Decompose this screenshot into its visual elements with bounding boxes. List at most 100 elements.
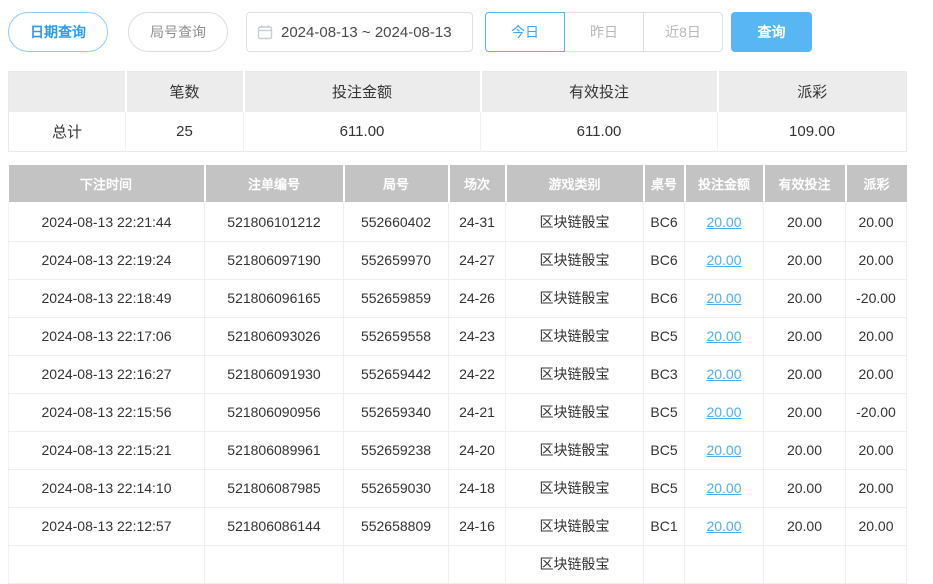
column-header-payout: 派彩: [845, 165, 907, 204]
column-header-bet-time: 下注时间: [8, 165, 206, 204]
search-button[interactable]: 查询: [731, 12, 812, 52]
cell-game-type: 区块链骰宝: [505, 203, 644, 242]
bet-amount-link[interactable]: 20.00: [706, 480, 741, 496]
cell-round-id: 552658809: [343, 507, 449, 546]
cell-session: 24-22: [448, 355, 506, 394]
column-header-game-type: 游戏类别: [505, 165, 645, 204]
cell-valid-bet: 20.00: [763, 203, 846, 242]
cell-bet-time: [8, 545, 205, 584]
cell-bet-amount: [684, 545, 764, 584]
cell-round-id: 552659238: [343, 431, 449, 470]
records-table: 下注时间 注单编号 局号 场次 游戏类别 桌号 投注金额 有效投注 派彩 2024-08-13 …: [8, 165, 907, 584]
bet-amount-link[interactable]: 20.00: [706, 518, 741, 534]
cell-order-id: 521806093026: [204, 317, 344, 356]
quick-range-近8日[interactable]: 近8日: [643, 12, 723, 52]
cell-payout: [845, 545, 907, 584]
bet-amount-link[interactable]: 20.00: [706, 404, 741, 420]
cell-bet-time: 2024-08-13 22:21:44: [8, 203, 205, 242]
table-row: 2024-08-13 22:18:49 521806096165 552659859…: [8, 279, 907, 318]
cell-order-id: 521806091930: [204, 355, 344, 394]
cell-payout: -20.00: [845, 279, 907, 318]
cell-session: 24-18: [448, 469, 506, 508]
column-header-bet-amount: 投注金额: [684, 165, 765, 204]
cell-order-id: [204, 545, 344, 584]
quick-range-今日[interactable]: 今日: [485, 12, 565, 52]
table-row: 2024-08-13 22:21:44 521806101212 552660402…: [8, 203, 907, 242]
cell-table-id: BC5: [643, 431, 685, 470]
cell-table-id: BC1: [643, 507, 685, 546]
cell-bet-time: 2024-08-13 22:17:06: [8, 317, 205, 356]
cell-order-id: 521806101212: [204, 203, 344, 242]
cell-valid-bet: 20.00: [763, 431, 846, 470]
cell-session: 24-31: [448, 203, 506, 242]
date-query-tab[interactable]: 日期查询: [8, 12, 108, 52]
cell-table-id: BC6: [643, 203, 685, 242]
quick-range-昨日[interactable]: 昨日: [564, 12, 644, 52]
cell-order-id: 521806087985: [204, 469, 344, 508]
bet-amount-link[interactable]: 20.00: [706, 252, 741, 268]
cell-round-id: 552659442: [343, 355, 449, 394]
column-header-round-id: 局号: [343, 165, 450, 204]
summary-header-bet-amount: 投注金额: [243, 71, 482, 112]
summary-header-row: 笔数 投注金额 有效投注 派彩: [8, 71, 907, 112]
cell-bet-amount: 20.00: [684, 317, 764, 356]
cell-game-type: 区块链骰宝: [505, 355, 644, 394]
summary-count: 25: [125, 111, 244, 152]
cell-bet-amount: 20.00: [684, 469, 764, 508]
cell-order-id: 521806089961: [204, 431, 344, 470]
cell-payout: 20.00: [845, 431, 907, 470]
records-header-row: 下注时间 注单编号 局号 场次 游戏类别 桌号 投注金额 有效投注 派彩: [8, 165, 907, 204]
cell-session: 24-23: [448, 317, 506, 356]
cell-game-type: 区块链骰宝: [505, 469, 644, 508]
cell-round-id: 552659558: [343, 317, 449, 356]
column-header-order-id: 注单编号: [204, 165, 345, 204]
table-row: 2024-08-13 22:15:21 521806089961 552659238…: [8, 431, 907, 470]
cell-session: [448, 545, 506, 584]
cell-bet-time: 2024-08-13 22:14:10: [8, 469, 205, 508]
cell-round-id: 552659030: [343, 469, 449, 508]
bet-amount-link[interactable]: 20.00: [706, 214, 741, 230]
cell-game-type: 区块链骰宝: [505, 507, 644, 546]
cell-session: 24-26: [448, 279, 506, 318]
cell-payout: 20.00: [845, 241, 907, 280]
cell-bet-time: 2024-08-13 22:19:24: [8, 241, 205, 280]
cell-bet-amount: 20.00: [684, 355, 764, 394]
bet-amount-link[interactable]: 20.00: [706, 366, 741, 382]
table-row: 2024-08-13 22:12:57 521806086144 552658809…: [8, 507, 907, 546]
cell-bet-time: 2024-08-13 22:12:57: [8, 507, 205, 546]
cell-valid-bet: 20.00: [763, 507, 846, 546]
cell-bet-amount: 20.00: [684, 279, 764, 318]
cell-session: 24-27: [448, 241, 506, 280]
date-range-value: 2024-08-13 ~ 2024-08-13: [281, 23, 452, 41]
cell-valid-bet: [763, 545, 846, 584]
cell-bet-time: 2024-08-13 22:16:27: [8, 355, 205, 394]
cell-game-type: 区块链骰宝: [505, 317, 644, 356]
bet-amount-link[interactable]: 20.00: [706, 290, 741, 306]
date-range-input[interactable]: 2024-08-13 ~ 2024-08-13: [246, 12, 473, 52]
cell-valid-bet: 20.00: [763, 469, 846, 508]
summary-header-valid-bet: 有效投注: [480, 71, 719, 112]
table-row: 2024-08-13 22:16:27 521806091930 552659442…: [8, 355, 907, 394]
cell-bet-time: 2024-08-13 22:15:21: [8, 431, 205, 470]
cell-table-id: BC3: [643, 355, 685, 394]
cell-valid-bet: 20.00: [763, 317, 846, 356]
cell-session: 24-21: [448, 393, 506, 432]
cell-bet-amount: 20.00: [684, 393, 764, 432]
bet-amount-link[interactable]: 20.00: [706, 442, 741, 458]
cell-bet-amount: 20.00: [684, 431, 764, 470]
cell-round-id: 552659340: [343, 393, 449, 432]
cell-game-type: 区块链骰宝: [505, 279, 644, 318]
cell-table-id: BC5: [643, 469, 685, 508]
summary-header-count: 笔数: [125, 71, 245, 112]
cell-bet-time: 2024-08-13 22:18:49: [8, 279, 205, 318]
cell-payout: -20.00: [845, 393, 907, 432]
table-row: 2024-08-13 22:15:56 521806090956 552659340…: [8, 393, 907, 432]
column-header-table-id: 桌号: [643, 165, 686, 204]
cell-session: 24-20: [448, 431, 506, 470]
summary-total-label: 总计: [8, 111, 126, 152]
round-query-tab[interactable]: 局号查询: [128, 12, 228, 52]
column-header-session: 场次: [448, 165, 507, 204]
cell-round-id: 552659859: [343, 279, 449, 318]
summary-total-row: 总计 25 611.00 611.00 109.00: [8, 111, 907, 152]
bet-amount-link[interactable]: 20.00: [706, 328, 741, 344]
